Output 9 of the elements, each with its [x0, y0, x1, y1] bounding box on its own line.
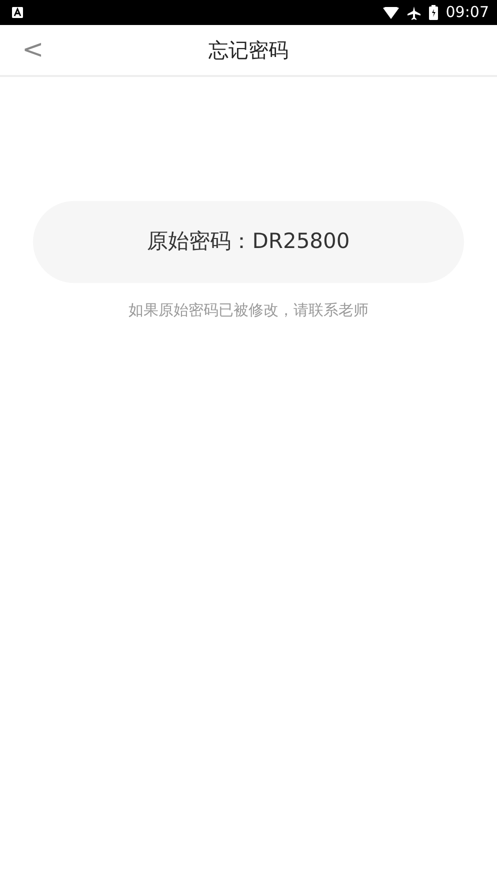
airplane-icon — [406, 6, 421, 20]
battery-icon — [428, 5, 438, 20]
password-card: 原始密码：DR25800 — [33, 201, 464, 283]
notification-icon — [12, 7, 23, 18]
back-button[interactable]: < — [22, 37, 44, 63]
status-time: 09:07 — [446, 2, 489, 24]
wifi-icon — [382, 6, 399, 18]
hint-text: 如果原始密码已被修改，请联系老师 — [128, 300, 368, 321]
page-title: 忘记密码 — [208, 37, 288, 64]
